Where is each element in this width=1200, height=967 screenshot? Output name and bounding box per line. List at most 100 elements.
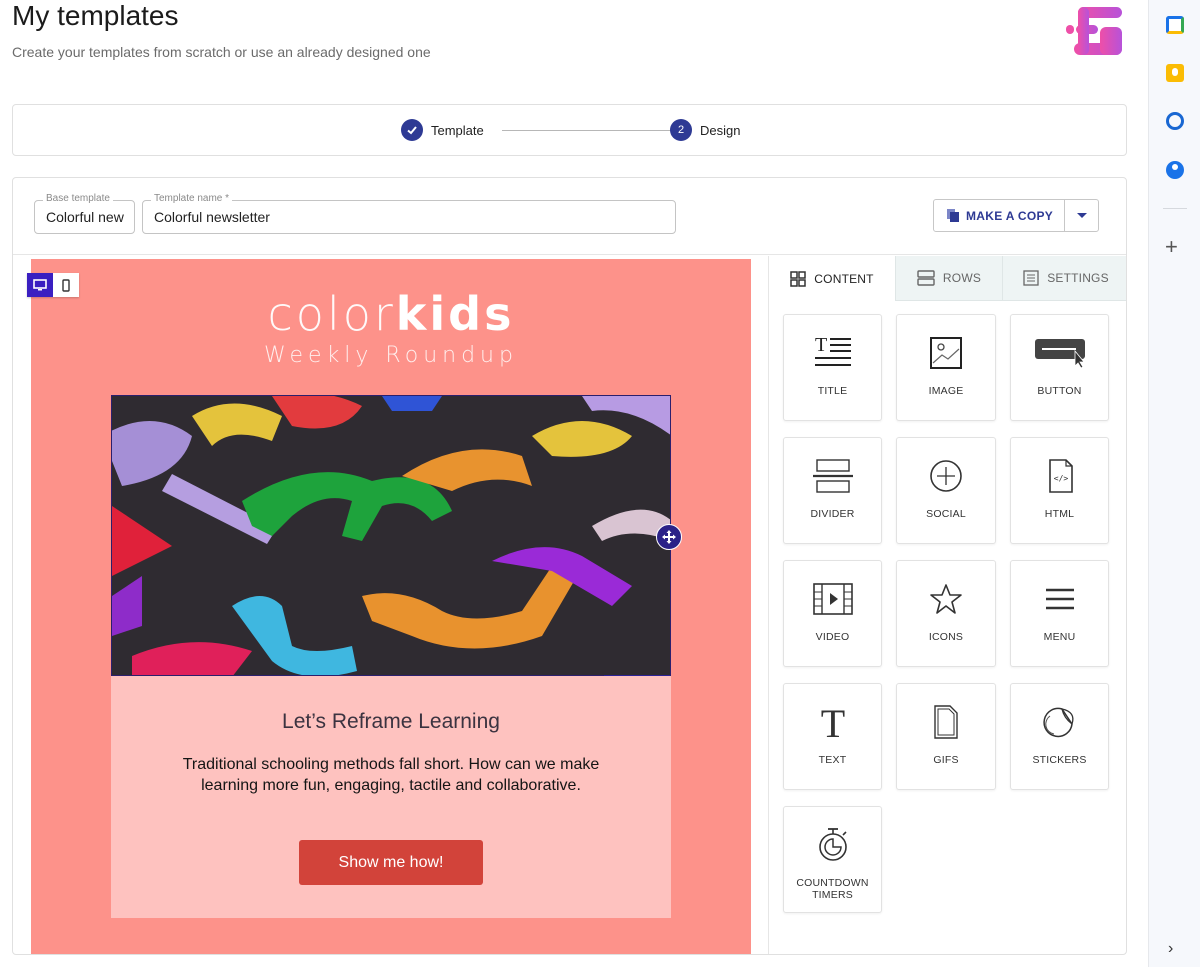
tile-label: SOCIAL [926, 508, 966, 520]
svg-text:T: T [815, 335, 827, 356]
tab-label: CONTENT [814, 271, 874, 286]
tile-label: TEXT [818, 754, 847, 766]
gif-icon [934, 705, 958, 739]
contacts-icon[interactable] [1166, 161, 1184, 179]
step-label: Template [431, 122, 484, 138]
field-label: Template name * [151, 193, 233, 204]
tile-icons[interactable]: ICONS [896, 560, 996, 667]
tile-text[interactable]: T TEXT [783, 683, 882, 790]
content-heading: Let’s Reframe Learning [282, 710, 500, 733]
page-title: My templates [12, 0, 179, 31]
expand-panel-button[interactable]: › [1168, 940, 1173, 958]
tab-content[interactable]: CONTENT [769, 256, 895, 301]
template-name-input[interactable]: Template name * Colorful newsletter [142, 193, 676, 234]
logo-bold: kids [395, 287, 515, 341]
social-icon [930, 460, 962, 492]
tile-label: HTML [1044, 508, 1075, 520]
check-icon [401, 119, 423, 141]
tile-gifs[interactable]: GIFS [896, 683, 996, 790]
tasks-icon[interactable] [1166, 112, 1184, 130]
timer-icon [818, 828, 847, 861]
video-icon [812, 583, 853, 615]
email-canvas[interactable]: colorkids Weekly Roundup Let’s Reframe L… [27, 259, 751, 954]
logo-light: color [267, 287, 396, 341]
tile-divider[interactable]: DIVIDER [783, 437, 882, 544]
step-connector [502, 130, 676, 131]
tile-button[interactable]: BUTTON [1010, 314, 1109, 421]
content-panel: CONTENT ROWS SETTINGS T TITLE IMAGE BUTT… [768, 256, 1126, 954]
divider-icon [812, 459, 853, 493]
tile-stickers[interactable]: STICKERS [1010, 683, 1109, 790]
step-design[interactable]: 2 Design [670, 119, 740, 141]
tile-label: STICKERS [1032, 754, 1087, 766]
make-copy-dropdown[interactable] [1065, 200, 1098, 231]
page: My templates Create your templates from … [0, 0, 1200, 967]
side-panel: + › [1148, 0, 1200, 967]
tile-label: VIDEO [815, 631, 850, 643]
tab-rows[interactable]: ROWS [895, 256, 1002, 301]
tab-label: ROWS [942, 271, 982, 285]
move-handle[interactable] [656, 524, 682, 550]
make-copy-split-button: MAKE A COPY [933, 199, 1099, 232]
text-icon: T [820, 704, 844, 740]
step-number: 2 [670, 119, 692, 141]
tile-label: DIVIDER [810, 508, 855, 520]
star-icon [930, 584, 962, 614]
newsletter-tagline: Weekly Roundup [264, 343, 518, 368]
tile-countdown-timers[interactable]: COUNTDOWN TIMERS [783, 806, 882, 913]
tile-image[interactable]: IMAGE [896, 314, 996, 421]
button-icon [1034, 339, 1085, 369]
side-divider [1163, 208, 1187, 209]
title-icon: T [814, 335, 851, 366]
newsletter-logo: colorkids [31, 287, 751, 341]
html-icon: </> [1048, 459, 1073, 493]
move-icon [662, 530, 676, 544]
tile-title[interactable]: T TITLE [783, 314, 882, 421]
rows-icon [917, 270, 935, 286]
tile-menu[interactable]: MENU [1010, 560, 1109, 667]
stepper: Template 2 Design [12, 104, 1127, 156]
tile-social[interactable]: SOCIAL [896, 437, 996, 544]
panel-tabs: CONTENT ROWS SETTINGS [769, 256, 1126, 301]
tile-label: GIFS [933, 754, 959, 766]
sticker-icon [1042, 707, 1074, 738]
step-template[interactable]: Template [401, 119, 484, 141]
content-tiles: T TITLE IMAGE BUTTON DIVIDER SOCIAL </> … [783, 314, 1109, 913]
copy-icon [947, 209, 959, 222]
content-body: Traditional schooling methods fall short… [182, 756, 600, 794]
tile-label: IMAGE [928, 385, 964, 397]
settings-list-icon [1023, 270, 1039, 286]
editor-card: Base template Colorful new Template name… [12, 177, 1127, 955]
felt-letters-photo [112, 396, 670, 675]
hero-image[interactable] [111, 395, 671, 676]
make-copy-label: MAKE A COPY [966, 208, 1054, 223]
cta-button[interactable]: Show me how! [299, 840, 483, 885]
keep-icon[interactable] [1166, 64, 1184, 82]
add-addon-button[interactable]: + [1165, 236, 1178, 258]
tab-label: SETTINGS [1047, 271, 1109, 285]
tab-settings[interactable]: SETTINGS [1002, 256, 1126, 301]
brand-logo [1066, 7, 1122, 55]
caret-down-icon [1076, 213, 1087, 218]
grid-icon [790, 270, 807, 287]
field-label: Base template [43, 193, 113, 204]
svg-text:</>: </> [1053, 474, 1068, 483]
tile-label: ICONS [928, 631, 964, 643]
svg-text:T: T [820, 704, 844, 740]
tile-label: TITLE [817, 385, 848, 397]
tile-label: COUNTDOWN TIMERS [796, 877, 869, 901]
content-block[interactable]: Let’s Reframe Learning Traditional schoo… [111, 676, 671, 918]
page-subtitle: Create your templates from scratch or us… [12, 44, 431, 60]
tile-video[interactable]: VIDEO [783, 560, 882, 667]
tile-label: MENU [1043, 631, 1076, 643]
step-label: Design [700, 122, 741, 138]
field-value: Colorful new [46, 209, 124, 225]
make-copy-button[interactable]: MAKE A COPY [934, 200, 1065, 231]
menu-icon [1045, 588, 1074, 610]
calendar-icon[interactable] [1166, 16, 1184, 34]
field-value: Colorful newsletter [154, 209, 270, 225]
tile-html[interactable]: </> HTML [1010, 437, 1109, 544]
base-template-field[interactable]: Base template Colorful new [34, 193, 135, 234]
image-icon [930, 337, 962, 369]
tile-label: BUTTON [1037, 385, 1082, 397]
